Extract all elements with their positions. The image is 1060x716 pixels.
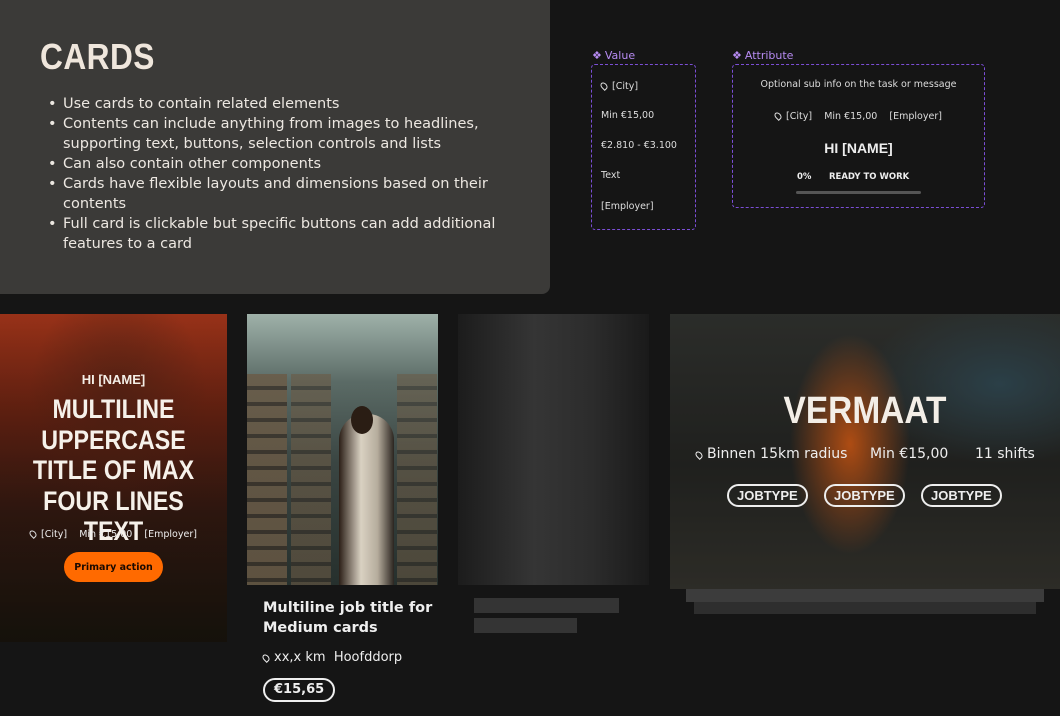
attribute-meta: [City] Min €15,00 [Employer] <box>733 111 984 122</box>
value-text: Text <box>601 170 621 181</box>
medium-card-image[interactable] <box>247 314 438 585</box>
wide-card-shifts: 11 shifts <box>975 446 1035 462</box>
guideline-item: Can also contain other components <box>48 154 518 174</box>
skeleton-card-image <box>458 314 649 585</box>
jobtype-tag[interactable]: JOBTYPE <box>921 484 1002 507</box>
info-panel: CARDS Use cards to contain related eleme… <box>0 0 550 294</box>
stacked-card-shadow <box>686 589 1044 602</box>
hero-card-greeting: HI [NAME] <box>81 372 146 387</box>
price-badge: €15,65 <box>263 678 336 702</box>
guideline-item: Cards have flexible layouts and dimensio… <box>48 174 518 214</box>
wide-card-title: VERMAAT <box>783 390 947 432</box>
shelf-decoration <box>247 374 287 585</box>
person-figure <box>339 414 394 585</box>
location-pin-icon <box>694 450 704 460</box>
jobtype-tag[interactable]: JOBTYPE <box>824 484 905 507</box>
skeleton-line <box>474 598 619 613</box>
wide-card-min: Min €15,00 <box>870 446 949 462</box>
medium-card-meta: xx,x km Hoofddorp <box>261 650 402 665</box>
value-min: Min €15,00 <box>601 110 655 121</box>
section-title: CARDS <box>40 36 155 77</box>
value-range: €2.810 - €3.100 <box>601 140 677 151</box>
location-pin-icon <box>261 653 271 663</box>
primary-action-button[interactable]: Primary action <box>64 552 163 582</box>
component-diamond-icon: ❖ <box>592 49 602 62</box>
shelf-decoration <box>291 374 331 585</box>
guideline-list: Use cards to contain related elements Co… <box>48 94 518 254</box>
location-pin-icon <box>773 111 783 121</box>
skeleton-line <box>474 618 577 633</box>
medium-card-title[interactable]: Multiline job title for Medium cards <box>263 598 443 638</box>
progress-bar <box>796 191 921 194</box>
hero-card[interactable]: HI [NAME] MULTILINE UPPERCASE TITLE OF M… <box>0 314 227 642</box>
attribute-greeting: HI [NAME] <box>824 140 893 156</box>
guideline-item: Use cards to contain related elements <box>48 94 518 114</box>
attribute-panel[interactable]: Optional sub info on the task or message… <box>732 64 985 208</box>
component-diamond-icon: ❖ <box>732 49 742 62</box>
stacked-card-shadow <box>694 602 1036 614</box>
wide-card-radius: Binnen 15km radius <box>694 446 847 462</box>
attribute-panel-label: ❖ Attribute <box>732 49 794 62</box>
attribute-subinfo: Optional sub info on the task or message <box>760 79 957 90</box>
location-pin-icon <box>599 81 609 91</box>
value-employer: [Employer] <box>601 201 654 212</box>
hero-card-meta: [City] Min €15,00 [Employer] <box>0 529 227 540</box>
guideline-item: Full card is clickable but specific butt… <box>48 214 518 254</box>
location-pin-icon <box>28 529 38 539</box>
person-head <box>351 406 373 434</box>
guideline-item: Contents can include anything from image… <box>48 114 518 154</box>
value-city: [City] <box>599 81 638 92</box>
progress-percent: 0% <box>797 172 812 182</box>
progress-status: READY TO WORK <box>829 172 910 182</box>
value-panel-label: ❖ Value <box>592 49 636 62</box>
value-panel[interactable]: [City] Min €15,00 €2.810 - €3.100 Text [… <box>591 64 696 230</box>
wide-card[interactable]: VERMAAT Binnen 15km radius Min €15,00 11… <box>670 314 1060 589</box>
shelf-decoration <box>397 374 437 585</box>
jobtype-tag[interactable]: JOBTYPE <box>727 484 808 507</box>
hero-card-title: MULTILINE UPPERCASE TITLE OF MAX FOUR LI… <box>32 394 195 546</box>
